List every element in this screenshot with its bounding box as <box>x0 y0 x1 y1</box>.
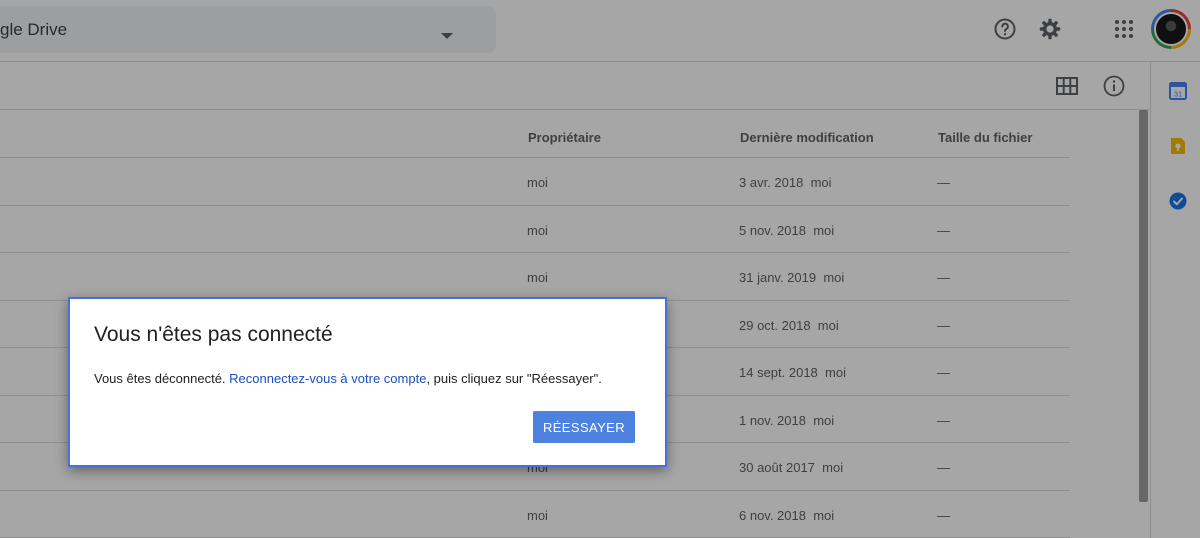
dialog-message-prefix: Vous êtes déconnecté. <box>94 371 230 386</box>
dialog-message-suffix: , puis cliquez sur "Réessayer". <box>426 371 602 386</box>
dialog-title: Vous n'êtes pas connecté <box>94 323 333 346</box>
reconnect-link[interactable]: Reconnectez-vous à votre compte <box>229 371 426 386</box>
signed-out-dialog: Vous n'êtes pas connecté Vous êtes décon… <box>68 297 667 467</box>
dialog-message: Vous êtes déconnecté. Reconnectez-vous à… <box>94 371 602 386</box>
retry-button[interactable]: RÉESSAYER <box>533 411 635 443</box>
